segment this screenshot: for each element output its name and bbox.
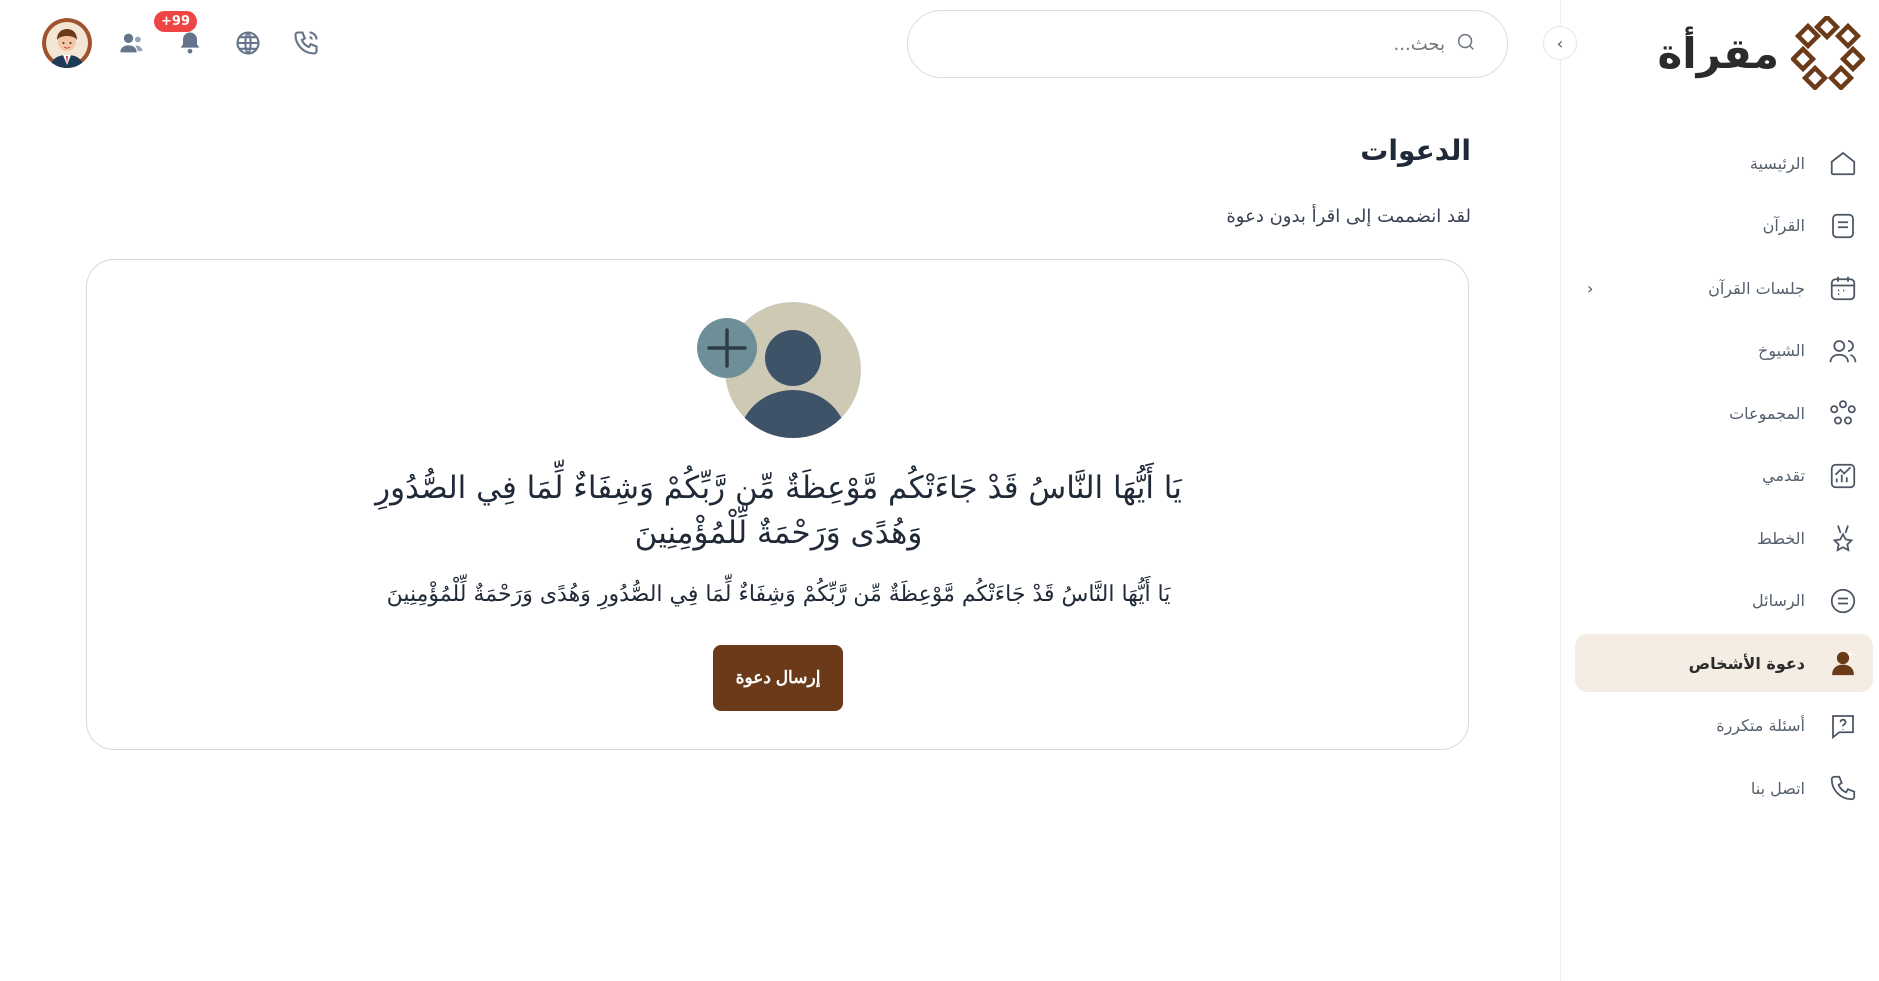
sidebar-item-label: جلسات القرآن: [1708, 278, 1805, 298]
brand-logo[interactable]: مقرأة: [1657, 16, 1865, 90]
home-icon: [1823, 143, 1863, 183]
sidebar-item-messages[interactable]: الرسائل: [1575, 572, 1873, 630]
sidebar-nav: الرئيسية القرآن جلسات القرآن ‹ الشيوخ ال…: [1575, 134, 1873, 822]
sidebar-item-plans[interactable]: الخطط: [1575, 509, 1873, 567]
sidebar-item-label: تقدمي: [1762, 466, 1805, 485]
page-title: الدعوات: [1360, 134, 1471, 167]
sidebar-item-contact[interactable]: اتصل بنا: [1575, 759, 1873, 817]
user-avatar-icon: [42, 18, 92, 68]
sidebar-item-quran-sessions[interactable]: جلسات القرآن ‹: [1575, 259, 1873, 317]
sidebar-item-label: اتصل بنا: [1750, 778, 1805, 798]
header-actions: +99: [42, 11, 346, 68]
quran-verse-large: يَا أَيُّهَا النَّاسُ قَدْ جَاءَتْكُم مَ…: [375, 470, 1182, 551]
users-icon: [120, 33, 143, 53]
avatar[interactable]: [42, 18, 92, 68]
phone-icon: [1823, 768, 1863, 808]
message-icon: [1823, 581, 1863, 621]
sidebar-item-label: دعوة الأشخاص: [1688, 653, 1805, 673]
invite-card: يَا أَيُّهَا النَّاسُ قَدْ جَاءَتْكُم مَ…: [86, 259, 1469, 750]
medal-icon: [1823, 518, 1863, 558]
sidebar-item-label: الخطط: [1757, 528, 1805, 548]
logo-mark-icon: [1791, 16, 1865, 90]
chart-icon: [1823, 456, 1863, 496]
sidebar: مقرأة ‹ الرئيسية القرآن جلسات القرآن ‹ ا…: [1543, 0, 1879, 981]
call-button[interactable]: [288, 25, 324, 61]
profile-button[interactable]: [114, 25, 150, 61]
brand-name: مقرأة: [1657, 28, 1780, 78]
globe-icon: [236, 31, 260, 55]
sidebar-item-label: القرآن: [1762, 216, 1805, 235]
calendar-icon: [1823, 268, 1863, 308]
sidebar-item-progress[interactable]: تقدمي: [1575, 447, 1873, 505]
send-invite-button[interactable]: إرسال دعوة: [713, 645, 843, 711]
chevron-left-icon[interactable]: ‹: [1587, 279, 1593, 298]
sidebar-item-label: الشيوخ: [1757, 341, 1805, 360]
phone-call-icon: [294, 31, 318, 55]
search-input[interactable]: [965, 33, 1445, 55]
sidebar-collapse-button[interactable]: ‹: [1543, 26, 1577, 60]
notification-badge: +99: [154, 11, 197, 32]
sidebar-item-label: المجموعات: [1729, 403, 1805, 423]
bell-icon: [180, 32, 200, 54]
user-plus-icon: [1823, 643, 1863, 683]
sidebar-item-faq[interactable]: أسئلة متكررة: [1575, 697, 1873, 755]
book-icon: [1823, 206, 1863, 246]
groups-icon: [1823, 393, 1863, 433]
add-user-illustration-icon: [697, 302, 861, 438]
sidebar-item-invite-people[interactable]: دعوة الأشخاص: [1575, 634, 1873, 692]
question-icon: [1823, 706, 1863, 746]
search-icon: [1455, 31, 1477, 57]
sidebar-item-label: الرئيسية: [1749, 153, 1805, 173]
sidebar-item-quran[interactable]: القرآن: [1575, 197, 1873, 255]
sidebar-item-groups[interactable]: المجموعات: [1575, 384, 1873, 442]
quran-verse-small: يَا أَيُّهَا النَّاسُ قَدْ جَاءَتْكُم مَ…: [386, 582, 1171, 607]
sidebar-item-home[interactable]: الرئيسية: [1575, 134, 1873, 192]
search-bar[interactable]: [907, 10, 1508, 78]
notifications-button[interactable]: +99: [154, 11, 208, 61]
users-icon: [1823, 331, 1863, 371]
sidebar-item-sheikhs[interactable]: الشيوخ: [1575, 322, 1873, 380]
sidebar-item-label: أسئلة متكررة: [1716, 716, 1805, 735]
page-subtitle: لقد انضممت إلى اقرأ بدون دعوة: [1226, 206, 1471, 227]
chevron-left-icon: ‹: [1556, 33, 1564, 53]
sidebar-item-label: الرسائل: [1752, 591, 1805, 610]
language-button[interactable]: [230, 25, 266, 61]
